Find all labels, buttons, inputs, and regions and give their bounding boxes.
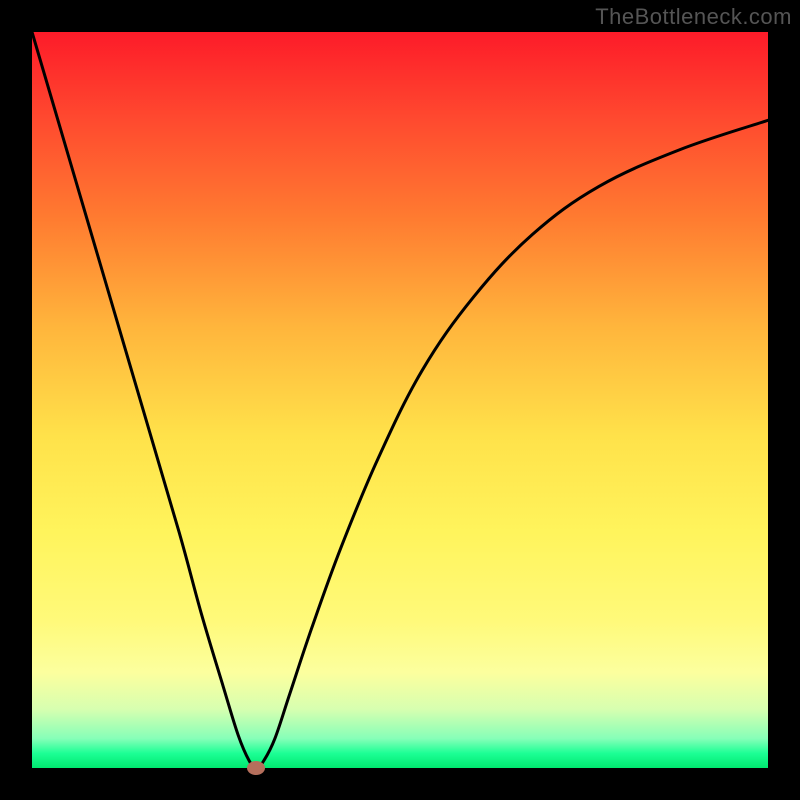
bottleneck-curve bbox=[32, 32, 768, 768]
curve-svg bbox=[32, 32, 768, 768]
minimum-marker bbox=[247, 761, 265, 775]
chart-frame: TheBottleneck.com bbox=[0, 0, 800, 800]
watermark-text: TheBottleneck.com bbox=[595, 4, 792, 30]
